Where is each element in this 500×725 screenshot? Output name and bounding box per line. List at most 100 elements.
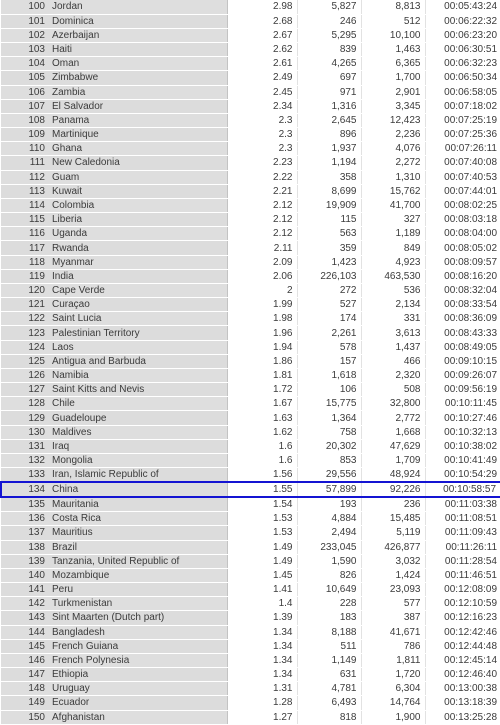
- time-cell: 00:13:25:28: [425, 710, 500, 725]
- time-cell: 00:12:46:40: [425, 667, 500, 683]
- value1-cell: 1.56: [227, 467, 298, 483]
- table-row[interactable]: 103 Haiti 2.62 839 1,463 00:06:30:51: [1, 42, 500, 58]
- table-row[interactable]: 110 Ghana 2.3 1,937 4,076 00:07:26:11: [1, 141, 500, 157]
- table-row[interactable]: 131 Iraq 1.6 20,302 47,629 00:10:38:02: [1, 439, 500, 455]
- value2-cell: 578: [297, 340, 362, 355]
- table-row[interactable]: 130 Maldives 1.62 758 1,668 00:10:32:13: [1, 425, 500, 440]
- table-row[interactable]: 119 India 2.06 226,103 463,530 00:08:16:20: [1, 269, 500, 284]
- table-row[interactable]: 150 Afghanistan 1.27 818 1,900 00:13:25:28: [1, 710, 500, 725]
- value1-cell: 2.12: [227, 212, 298, 228]
- table-row[interactable]: 145 French Guiana 1.34 511 786 00:12:44:48: [1, 639, 500, 654]
- table-row[interactable]: 120 Cape Verde 2 272 536 00:08:32:04: [1, 283, 500, 299]
- table-row[interactable]: 128 Chile 1.67 15,775 32,800 00:10:11:45: [1, 396, 500, 412]
- table-row[interactable]: 137 Mauritius 1.53 2,494 5,119 00:11:09:43: [1, 525, 500, 541]
- table-row[interactable]: 135 Mauritania 1.54 193 236 00:11:03:38: [1, 497, 500, 513]
- row-gutter: [1, 681, 9, 697]
- time-cell: 00:10:11:45: [425, 396, 500, 412]
- rank-cell: 105: [9, 70, 49, 86]
- rank-cell: 112: [9, 170, 49, 185]
- table-row[interactable]: 116 Uganda 2.12 563 1,189 00:08:04:00: [1, 226, 500, 242]
- value2-cell: 511: [297, 639, 362, 654]
- rank-cell: 150: [9, 710, 49, 725]
- country-cell: Maldives: [49, 425, 228, 440]
- value3-cell: 536: [361, 283, 426, 299]
- country-cell: Iraq: [49, 439, 228, 455]
- time-cell: 00:12:08:09: [425, 582, 500, 598]
- table-row[interactable]: 112 Guam 2.22 358 1,310 00:07:40:53: [1, 170, 500, 185]
- table-row[interactable]: 126 Namibia 1.81 1,618 2,320 00:09:26:07: [1, 368, 500, 384]
- table-row[interactable]: 117 Rwanda 2.11 359 849 00:08:05:02: [1, 240, 500, 256]
- table-row[interactable]: 142 Turkmenistan 1.4 228 577 00:12:10:59: [1, 596, 500, 612]
- value3-cell: 5,119: [361, 525, 426, 541]
- table-row[interactable]: 109 Martinique 2.3 896 2,236 00:07:25:36: [1, 127, 500, 143]
- table-row[interactable]: 132 Mongolia 1.6 853 1,709 00:10:41:49: [1, 453, 500, 469]
- table-row[interactable]: 101 Dominica 2.68 246 512 00:06:22:32: [1, 14, 500, 29]
- row-gutter: [1, 0, 9, 15]
- country-cell: India: [49, 269, 228, 284]
- table-row[interactable]: 113 Kuwait 2.21 8,699 15,762 00:07:44:01: [1, 184, 500, 199]
- table-row[interactable]: 139 Tanzania, United Republic of 1.49 1,590…: [1, 554, 500, 569]
- table-row[interactable]: 102 Azerbaijan 2.67 5,295 10,100 00:06:23:20: [1, 28, 500, 44]
- table-row[interactable]: 106 Zambia 2.45 971 2,901 00:06:58:05: [1, 85, 500, 100]
- value2-cell: 115: [297, 212, 362, 228]
- time-cell: 00:07:25:19: [425, 113, 500, 129]
- value3-cell: 47,629: [361, 439, 426, 455]
- value3-cell: 8,813: [361, 0, 426, 15]
- table-row[interactable]: 149 Ecuador 1.28 6,493 14,764 00:13:18:39: [1, 695, 500, 711]
- time-cell: 00:10:27:46: [425, 410, 500, 426]
- table-row[interactable]: 122 Saint Lucia 1.98 174 331 00:08:36:09: [1, 311, 500, 327]
- table-row-selected[interactable]: 134 China 1.55 57,899 92,226 00:10:58:57: [0, 481, 500, 499]
- row-gutter: [1, 170, 9, 185]
- rank-cell: 119: [9, 269, 49, 284]
- table-row[interactable]: 136 Costa Rica 1.53 4,884 15,485 00:11:08:51: [1, 511, 500, 527]
- table-row[interactable]: 148 Uruguay 1.31 4,781 6,304 00:13:00:38: [1, 681, 500, 697]
- time-cell: 00:08:33:54: [425, 297, 500, 313]
- time-cell: 00:11:09:43: [425, 525, 500, 541]
- value1-cell: 1.34: [227, 653, 298, 669]
- rank-cell: 126: [9, 368, 49, 384]
- country-cell: Iran, Islamic Republic of: [49, 467, 228, 483]
- table-row[interactable]: 124 Laos 1.94 578 1,437 00:08:49:05: [1, 340, 500, 355]
- rank-cell: 109: [9, 127, 49, 143]
- table-row[interactable]: 143 Sint Maarten (Dutch part) 1.39 183 387 00…: [1, 610, 500, 626]
- table-row[interactable]: 105 Zimbabwe 2.49 697 1,700 00:06:50:34: [1, 70, 500, 86]
- table-row[interactable]: 107 El Salvador 2.34 1,316 3,345 00:07:18:02: [1, 99, 500, 114]
- table-row[interactable]: 121 Curaçao 1.99 527 2,134 00:08:33:54: [1, 297, 500, 313]
- table-row[interactable]: 146 French Polynesia 1.34 1,149 1,811 00:12:4…: [1, 653, 500, 669]
- table-row[interactable]: 129 Guadeloupe 1.63 1,364 2,772 00:10:27:46: [1, 410, 500, 426]
- table-row[interactable]: 108 Panama 2.3 2,645 12,423 00:07:25:19: [1, 113, 500, 129]
- value1-cell: 2.06: [227, 269, 298, 284]
- table-row[interactable]: 104 Oman 2.61 4,265 6,365 00:06:32:23: [1, 56, 500, 72]
- country-cell: Ghana: [49, 141, 228, 157]
- time-cell: 00:06:23:20: [425, 28, 500, 44]
- table-row[interactable]: 115 Liberia 2.12 115 327 00:08:03:18: [1, 212, 500, 228]
- table-row[interactable]: 100 Jordan 2.98 5,827 8,813 00:05:43:24: [1, 0, 500, 15]
- table-row[interactable]: 114 Colombia 2.12 19,909 41,700 00:08:02:25: [1, 198, 500, 214]
- time-cell: 00:05:43:24: [425, 0, 500, 15]
- table-row[interactable]: 133 Iran, Islamic Republic of 1.56 29,556 48…: [1, 467, 500, 483]
- table-row[interactable]: 127 Saint Kitts and Nevis 1.72 106 508 00:09:…: [1, 382, 500, 398]
- table-row[interactable]: 123 Palestinian Territory 1.96 2,261 3,613 00…: [1, 325, 500, 341]
- value2-cell: 358: [297, 170, 362, 185]
- country-cell: Uganda: [49, 226, 228, 242]
- table-row[interactable]: 141 Peru 1.41 10,649 23,093 00:12:08:09: [1, 582, 500, 598]
- value1-cell: 1.99: [227, 297, 298, 313]
- country-cell: Jordan: [49, 0, 228, 15]
- value3-cell: 1,310: [361, 170, 426, 185]
- table-row[interactable]: 144 Bangladesh 1.34 8,188 41,671 00:12:42:46: [1, 625, 500, 640]
- table-row[interactable]: 111 New Caledonia 2.23 1,194 2,272 00:07:40:0…: [1, 155, 500, 171]
- table-row[interactable]: 118 Myanmar 2.09 1,423 4,923 00:08:09:57: [1, 255, 500, 270]
- value3-cell: 6,365: [361, 56, 426, 72]
- value2-cell: 971: [297, 85, 362, 100]
- value2-cell: 233,045: [297, 540, 362, 555]
- country-cell: Ethiopia: [49, 667, 228, 683]
- table-row[interactable]: 147 Ethiopia 1.34 631 1,720 00:12:46:40: [1, 667, 500, 683]
- value2-cell: 5,295: [297, 28, 362, 44]
- value2-cell: 15,775: [297, 396, 362, 412]
- value2-cell: 29,556: [297, 467, 362, 483]
- time-cell: 00:13:00:38: [425, 681, 500, 697]
- value2-cell: 4,781: [297, 681, 362, 697]
- table-row[interactable]: 125 Antigua and Barbuda 1.86 157 466 00:09:10…: [1, 354, 500, 369]
- table-row[interactable]: 138 Brazil 1.49 233,045 426,877 00:11:26:11: [1, 540, 500, 555]
- table-row[interactable]: 140 Mozambique 1.45 826 1,424 00:11:46:51: [1, 568, 500, 584]
